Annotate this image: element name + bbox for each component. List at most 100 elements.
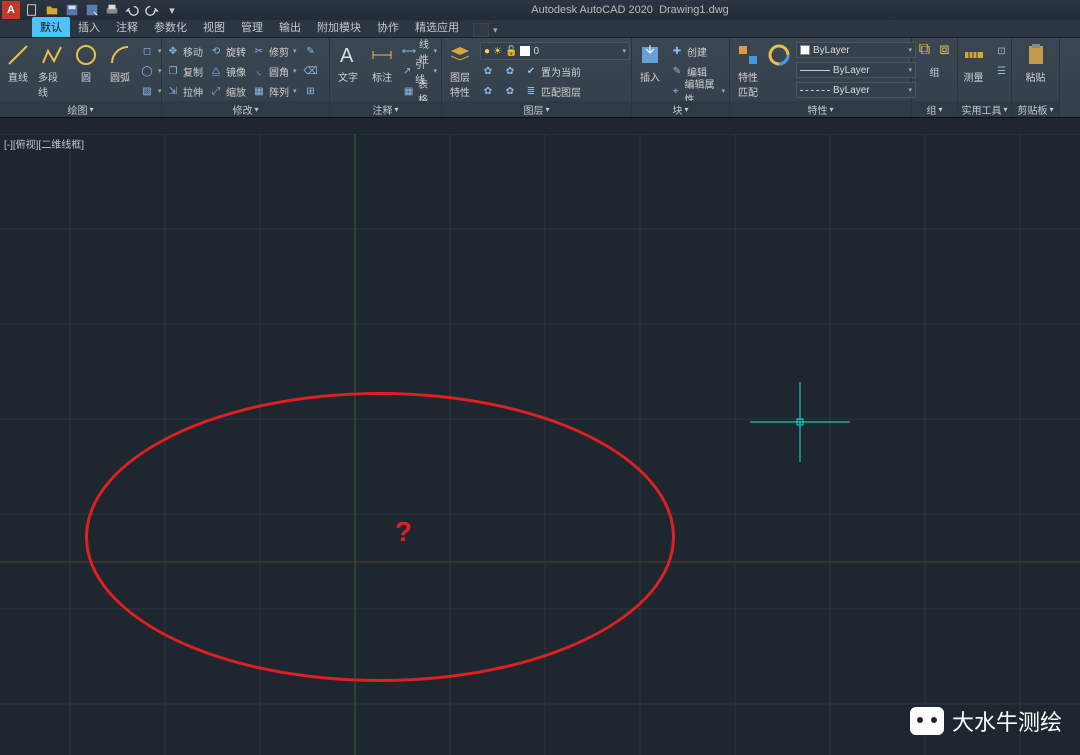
paste-icon bbox=[1023, 42, 1049, 68]
insert-button[interactable]: 插入 bbox=[636, 42, 664, 84]
matchprops-icon bbox=[735, 42, 761, 68]
panel-modify-title[interactable]: 修改▾ bbox=[162, 101, 329, 117]
modify-extra-icon[interactable]: ✎ bbox=[303, 42, 319, 60]
qat-dropdown-icon[interactable]: ▾ bbox=[164, 2, 180, 18]
circle-button[interactable]: 圆 bbox=[72, 42, 100, 84]
tab-output[interactable]: 输出 bbox=[271, 17, 309, 37]
mirror-icon: ⧋ bbox=[209, 64, 223, 78]
leader-icon: ↗ bbox=[402, 64, 412, 78]
qat-open-icon[interactable] bbox=[44, 2, 60, 18]
tab-extra-1-icon[interactable] bbox=[473, 23, 489, 37]
panel-clip-title[interactable]: 剪贴板▾ bbox=[1012, 101, 1059, 117]
layer-combo[interactable]: ● ☀ 🔓 0 ▾ bbox=[480, 42, 630, 60]
panel-props-title[interactable]: 特性▾ bbox=[730, 101, 911, 117]
panel-utils-title[interactable]: 实用工具▾ bbox=[958, 101, 1011, 117]
tab-extra-dd-icon[interactable]: ▾ bbox=[493, 25, 498, 36]
editattr-icon: ⌖ bbox=[670, 84, 682, 98]
modify-extra3-icon[interactable]: ⊞ bbox=[303, 82, 319, 100]
util-extra-icon[interactable]: ⊡ bbox=[994, 42, 1010, 60]
util-extra2-icon[interactable]: ☰ bbox=[994, 62, 1010, 80]
fillet-button[interactable]: ◟圆角▾ bbox=[252, 62, 297, 80]
colorwheel-icon[interactable] bbox=[768, 42, 790, 68]
qat-save-icon[interactable] bbox=[64, 2, 80, 18]
arc-icon bbox=[107, 42, 133, 68]
draw-extra3-icon[interactable]: ▨▾ bbox=[140, 82, 162, 100]
ribbon: 直线 多段线 圆 圆弧 ◻▾ ◯▾ ▨▾ 绘图▾ bbox=[0, 38, 1080, 118]
linetype-combo[interactable]: ByLayer▾ bbox=[796, 82, 916, 98]
circle-icon bbox=[73, 42, 99, 68]
tab-collab[interactable]: 协作 bbox=[369, 17, 407, 37]
paste-button[interactable]: 粘贴 bbox=[1022, 42, 1050, 84]
matchlayer-icon: ≣ bbox=[524, 84, 538, 98]
tab-insert[interactable]: 插入 bbox=[70, 17, 108, 37]
stretch-button[interactable]: ⇲拉伸 bbox=[166, 82, 203, 100]
modify-extra2-icon[interactable]: ⌫ bbox=[303, 62, 319, 80]
setcurrent-button[interactable]: ✔置为当前 bbox=[524, 62, 581, 80]
tab-manage[interactable]: 管理 bbox=[233, 17, 271, 37]
tab-annotate[interactable]: 注释 bbox=[108, 17, 146, 37]
arc-button[interactable]: 圆弧 bbox=[106, 42, 134, 84]
mirror-button[interactable]: ⧋镜像 bbox=[209, 62, 246, 80]
ungroup-button[interactable]: ⧈ bbox=[936, 42, 954, 58]
editblock-icon: ✎ bbox=[670, 64, 684, 78]
panel-block-title[interactable]: 块▾ bbox=[632, 101, 729, 117]
tab-addins[interactable]: 附加模块 bbox=[309, 17, 369, 37]
group-label: 组 bbox=[930, 64, 940, 79]
ungroup-icon: ⧈ bbox=[937, 42, 953, 58]
copy-button[interactable]: ❐复制 bbox=[166, 62, 203, 80]
view-label[interactable]: [-][俯视][二维线框] bbox=[4, 136, 84, 151]
text-icon: A bbox=[335, 42, 361, 68]
stretch-icon: ⇲ bbox=[166, 84, 180, 98]
text-button[interactable]: A 文字 bbox=[334, 42, 362, 84]
panel-layers-title[interactable]: 图层▾ bbox=[442, 101, 631, 117]
scale-button[interactable]: ⤢缩放 bbox=[209, 82, 246, 100]
measure-button[interactable]: 测量 bbox=[960, 42, 988, 84]
dim-button[interactable]: 标注 bbox=[368, 42, 396, 84]
setcurrent-icon: ✔ bbox=[524, 64, 538, 78]
move-button[interactable]: ✥移动 bbox=[166, 42, 203, 60]
annotation-ellipse bbox=[85, 392, 675, 682]
qat-plot-icon[interactable] bbox=[104, 2, 120, 18]
draw-extra1-icon[interactable]: ◻▾ bbox=[140, 42, 162, 60]
lineweight-combo[interactable]: ByLayer▾ bbox=[796, 62, 916, 78]
panel-group-title[interactable]: 组▾ bbox=[912, 101, 957, 117]
table-button[interactable]: ▦表格 bbox=[402, 82, 437, 100]
trim-button[interactable]: ✂修剪▾ bbox=[252, 42, 297, 60]
table-icon: ▦ bbox=[402, 84, 415, 98]
matchprops-button[interactable]: 特性 匹配 bbox=[734, 42, 762, 99]
polyline-button[interactable]: 多段线 bbox=[38, 42, 66, 99]
panel-draw-title[interactable]: 绘图▾ bbox=[0, 101, 161, 117]
array-icon: ▦ bbox=[252, 84, 266, 98]
layerprops-button[interactable]: 图层 特性 bbox=[446, 42, 474, 99]
app-logo[interactable]: A bbox=[2, 1, 20, 19]
line-icon bbox=[5, 42, 31, 68]
qat-undo-icon[interactable] bbox=[124, 2, 140, 18]
tab-default[interactable]: 默认 bbox=[32, 17, 70, 37]
panel-annotate-title[interactable]: 注释▾ bbox=[330, 101, 441, 117]
watermark: 大水牛测绘 bbox=[910, 705, 1062, 737]
rotate-button[interactable]: ⟲旋转 bbox=[209, 42, 246, 60]
qat-redo-icon[interactable] bbox=[144, 2, 160, 18]
sun-icon: ☀ bbox=[493, 46, 502, 57]
layer-tool4-icon[interactable]: ✿ bbox=[502, 82, 518, 100]
tab-featured[interactable]: 精选应用 bbox=[407, 17, 467, 37]
drawing-canvas[interactable]: [-][俯视][二维线框] ? 大水牛测绘 bbox=[0, 134, 1080, 755]
color-combo[interactable]: ByLayer▾ bbox=[796, 42, 916, 58]
create-button[interactable]: ✚创建 bbox=[670, 42, 725, 60]
layer-tool3-icon[interactable]: ✿ bbox=[502, 62, 518, 80]
editattr-button[interactable]: ⌖编辑属性▾ bbox=[670, 82, 725, 100]
copy-icon: ❐ bbox=[166, 64, 180, 78]
layer-tool2-icon[interactable]: ✿ bbox=[480, 82, 496, 100]
draw-extra2-icon[interactable]: ◯▾ bbox=[140, 62, 162, 80]
array-button[interactable]: ▦阵列▾ bbox=[252, 82, 297, 100]
layer-tool1-icon[interactable]: ✿ bbox=[480, 62, 496, 80]
group-button[interactable]: ⧉ bbox=[916, 42, 934, 58]
qat-new-icon[interactable] bbox=[24, 2, 40, 18]
matchlayer-button[interactable]: ≣匹配图层 bbox=[524, 82, 581, 100]
layerprops-icon bbox=[447, 42, 473, 68]
tab-parametric[interactable]: 参数化 bbox=[146, 17, 195, 37]
layer-color-swatch bbox=[520, 46, 530, 56]
line-button[interactable]: 直线 bbox=[4, 42, 32, 84]
qat-saveas-icon[interactable] bbox=[84, 2, 100, 18]
tab-view[interactable]: 视图 bbox=[195, 17, 233, 37]
